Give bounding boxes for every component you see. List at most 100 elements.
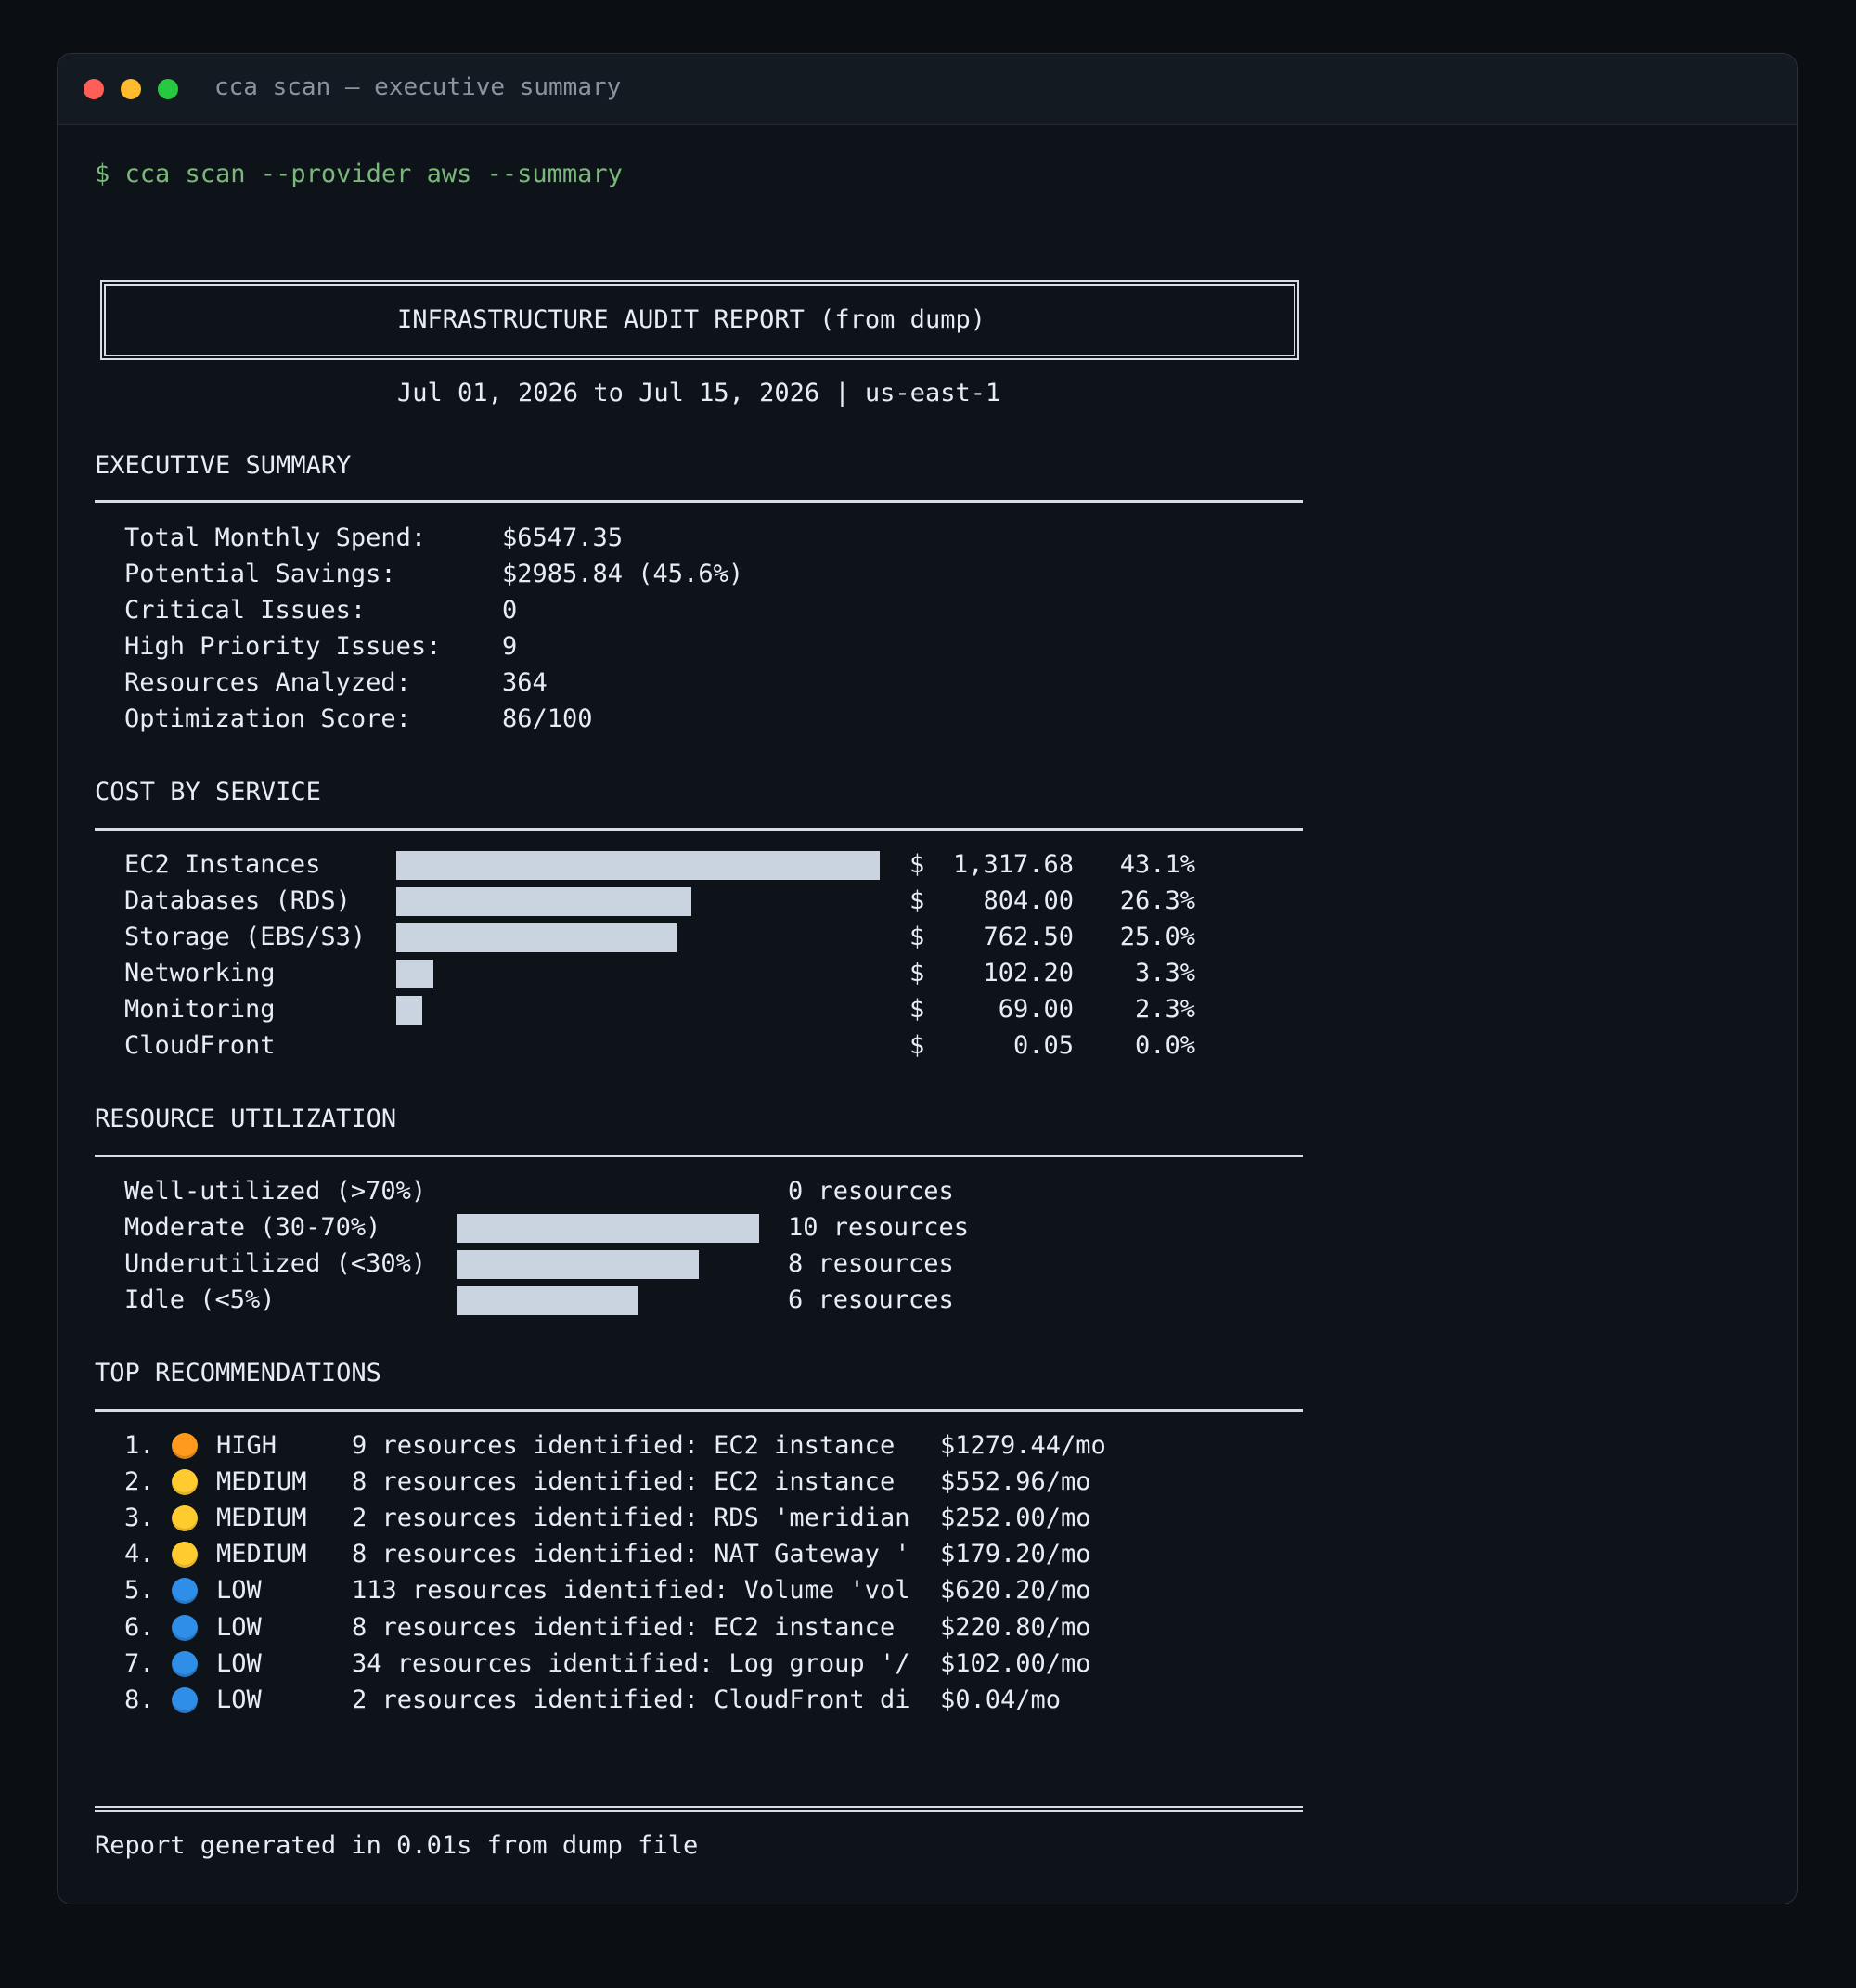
terminal-window: cca scan — executive summary $ cca scan …: [57, 53, 1798, 1904]
recommendation-savings: $102.00/mo: [940, 1649, 1091, 1678]
service-amount: 1,317.68: [952, 850, 1074, 879]
recommendation-number: 6.: [124, 1613, 155, 1642]
report-title: INFRASTRUCTURE AUDIT REPORT (from dump): [397, 305, 986, 334]
currency-symbol: $: [909, 850, 925, 879]
service-name: Networking: [124, 959, 276, 988]
service-percent: 0.0%: [1134, 1031, 1195, 1060]
summary-value: 9: [502, 632, 518, 661]
recommendation-number: 3.: [124, 1504, 155, 1532]
cost-by-service-heading: COST BY SERVICE: [95, 778, 321, 807]
recommendation-priority: MEDIUM: [216, 1540, 307, 1568]
utilization-count: 10 resources: [788, 1213, 970, 1242]
summary-label: Resources Analyzed:: [124, 668, 411, 697]
summary-value: $2985.84 (45.6%): [502, 560, 744, 588]
service-cost-bar: [396, 960, 433, 988]
utilization-count: 8 resources: [788, 1249, 954, 1278]
minimize-window-button[interactable]: [121, 79, 141, 99]
currency-symbol: $: [909, 959, 925, 988]
service-amount: 762.50: [983, 923, 1074, 951]
service-amount: 69.00: [998, 995, 1074, 1024]
summary-value: 364: [502, 668, 548, 697]
recommendation-text: 2 resources identified: CloudFront di: [352, 1685, 910, 1714]
recommendation-number: 2.: [124, 1467, 155, 1496]
cost-by-service-rule: [95, 828, 1303, 831]
service-amount: 804.00: [983, 886, 1074, 915]
maximize-window-button[interactable]: [158, 79, 178, 99]
recommendation-savings: $552.96/mo: [940, 1467, 1091, 1496]
summary-label: Optimization Score:: [124, 704, 411, 733]
service-name: Databases (RDS): [124, 886, 351, 915]
recommendation-priority: LOW: [216, 1685, 262, 1714]
footer-double-rule: [95, 1806, 1303, 1812]
top-recommendations-heading: TOP RECOMMENDATIONS: [95, 1359, 381, 1388]
service-percent: 25.0%: [1119, 923, 1195, 951]
recommendation-number: 1.: [124, 1431, 155, 1460]
top-recommendations-rule: [95, 1409, 1303, 1412]
executive-summary-heading: EXECUTIVE SUMMARY: [95, 451, 352, 480]
recommendation-savings: $620.20/mo: [940, 1576, 1091, 1605]
window-title: cca scan — executive summary: [214, 73, 622, 101]
recommendation-priority: MEDIUM: [216, 1504, 307, 1532]
recommendation-text: 113 resources identified: Volume 'vol: [352, 1576, 910, 1605]
blue-circle-icon: [172, 1687, 198, 1713]
service-amount: 102.20: [983, 959, 1074, 988]
yellow-circle-icon: [172, 1542, 198, 1568]
recommendation-number: 4.: [124, 1540, 155, 1568]
recommendation-text: 2 resources identified: RDS 'meridian: [352, 1504, 910, 1532]
utilization-label: Well-utilized (>70%): [124, 1177, 427, 1206]
currency-symbol: $: [909, 923, 925, 951]
recommendation-savings: $252.00/mo: [940, 1504, 1091, 1532]
service-cost-bar: [396, 923, 677, 952]
title-bar: cca scan — executive summary: [58, 54, 1797, 125]
service-cost-bar: [396, 851, 880, 880]
summary-value: 86/100: [502, 704, 593, 733]
utilization-count: 6 resources: [788, 1285, 954, 1314]
recommendation-savings: $0.04/mo: [940, 1685, 1062, 1714]
utilization-bar: [457, 1286, 638, 1315]
recommendation-savings: $1279.44/mo: [940, 1431, 1106, 1460]
summary-label: Potential Savings:: [124, 560, 396, 588]
service-name: Monitoring: [124, 995, 276, 1024]
summary-value: $6547.35: [502, 523, 624, 552]
recommendation-priority: HIGH: [216, 1431, 277, 1460]
service-cost-bar: [396, 887, 691, 916]
blue-circle-icon: [172, 1615, 198, 1641]
service-name: Storage (EBS/S3): [124, 923, 367, 951]
recommendation-number: 5.: [124, 1576, 155, 1605]
service-amount: 0.05: [1012, 1031, 1074, 1060]
footer-text: Report generated in 0.01s from dump file: [95, 1831, 699, 1860]
recommendation-text: 9 resources identified: EC2 instance: [352, 1431, 896, 1460]
currency-symbol: $: [909, 886, 925, 915]
blue-circle-icon: [172, 1578, 198, 1604]
currency-symbol: $: [909, 995, 925, 1024]
recommendation-text: 8 resources identified: EC2 instance: [352, 1467, 896, 1496]
recommendation-number: 7.: [124, 1649, 155, 1678]
report-period: Jul 01, 2026 to Jul 15, 2026 | us-east-1: [397, 379, 1001, 407]
yellow-circle-icon: [172, 1469, 198, 1495]
utilization-bar: [457, 1250, 699, 1279]
currency-symbol: $: [909, 1031, 925, 1060]
summary-label: High Priority Issues:: [124, 632, 442, 661]
recommendation-text: 34 resources identified: Log group '/: [352, 1649, 910, 1678]
blue-circle-icon: [172, 1651, 198, 1677]
summary-label: Total Monthly Spend:: [124, 523, 427, 552]
recommendation-priority: LOW: [216, 1613, 262, 1642]
service-percent: 3.3%: [1134, 959, 1195, 988]
recommendation-priority: LOW: [216, 1576, 262, 1605]
command-line: $ cca scan --provider aws --summary: [95, 160, 623, 188]
recommendation-text: 8 resources identified: NAT Gateway ': [352, 1540, 910, 1568]
service-percent: 2.3%: [1134, 995, 1195, 1024]
utilization-label: Idle (<5%): [124, 1285, 276, 1314]
yellow-circle-icon: [172, 1505, 198, 1531]
service-percent: 26.3%: [1119, 886, 1195, 915]
utilization-label: Moderate (30-70%): [124, 1213, 381, 1242]
orange-circle-icon: [172, 1433, 198, 1459]
resource-utilization-rule: [95, 1155, 1303, 1157]
summary-value: 0: [502, 596, 518, 625]
service-name: CloudFront: [124, 1031, 276, 1060]
recommendation-priority: MEDIUM: [216, 1467, 307, 1496]
service-name: EC2 Instances: [124, 850, 321, 879]
utilization-label: Underutilized (<30%): [124, 1249, 427, 1278]
recommendation-savings: $220.80/mo: [940, 1613, 1091, 1642]
close-window-button[interactable]: [84, 79, 104, 99]
